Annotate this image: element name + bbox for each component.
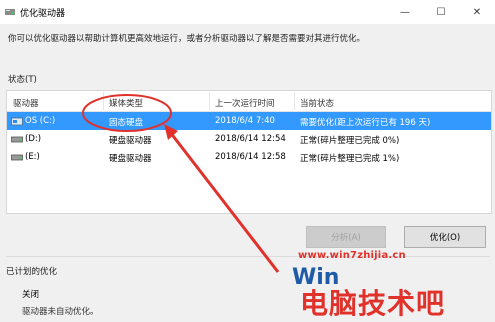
column-header-media-type[interactable]: 媒体类型 xyxy=(109,97,143,109)
close-button[interactable]: ✕ xyxy=(459,0,495,24)
status-label: 状态(T) xyxy=(8,75,37,85)
cell-drive: OS (C:) xyxy=(25,116,56,126)
cell-last-run: 2018/6/14 12:54 xyxy=(215,134,286,144)
drive-optimizer-app-icon xyxy=(5,9,15,15)
cell-last-run: 2018/6/4 7:40 xyxy=(215,116,275,126)
cell-last-run: 2018/6/14 12:58 xyxy=(215,152,286,162)
window-controls: — ☐ ✕ xyxy=(387,0,495,24)
scheduled-optimization-desc: 驱动器未自动优化。 xyxy=(22,307,99,317)
minimize-icon: — xyxy=(400,6,410,18)
optimize-button[interactable]: 优化(O) xyxy=(404,226,486,248)
table-row[interactable]: (E:) 硬盘驱动器 2018/6/14 12:58 正常(碎片整理已完成 1%… xyxy=(7,148,491,166)
window-title: 优化驱动器 xyxy=(20,9,66,19)
column-header-drive[interactable]: 驱动器 xyxy=(13,97,39,109)
minimize-button[interactable]: — xyxy=(387,0,423,24)
scheduled-optimization-label: 已计划的优化 xyxy=(6,267,58,277)
column-divider xyxy=(103,92,104,110)
cell-media-type: 硬盘驱动器 xyxy=(109,136,152,146)
column-header-current-status[interactable]: 当前状态 xyxy=(300,97,334,109)
column-header-last-run[interactable]: 上一次运行时间 xyxy=(215,97,275,109)
cell-current-status: 正常(碎片整理已完成 1%) xyxy=(300,154,400,164)
analyze-button[interactable]: 分析(A) xyxy=(306,226,386,248)
maximize-icon: ☐ xyxy=(436,6,446,18)
cell-media-type: 固态硬盘 xyxy=(109,118,144,128)
table-row[interactable]: (D:) 硬盘驱动器 2018/6/14 12:54 正常(碎片整理已完成 0%… xyxy=(7,130,491,148)
column-divider xyxy=(209,92,210,110)
section-divider xyxy=(6,256,490,257)
scheduled-optimization-state: 关闭 xyxy=(22,290,40,300)
description-text: 你可以优化驱动器以帮助计算机更高效地运行，或者分析驱动器以了解是否需要对其进行优… xyxy=(8,34,366,44)
table-row[interactable]: OS (C:) 固态硬盘 2018/6/4 7:40 需要优化(距上次运行已有 … xyxy=(7,112,491,130)
cell-media-type: 硬盘驱动器 xyxy=(109,154,152,164)
title-bar: 优化驱动器 — ☐ ✕ xyxy=(0,0,495,24)
drives-table[interactable]: 驱动器 媒体类型 上一次运行时间 当前状态 OS (C:) 固态硬盘 2018/… xyxy=(6,90,492,214)
column-divider xyxy=(294,92,295,110)
watermark-text: 电脑技术吧 xyxy=(300,287,446,320)
cell-current-status: 正常(碎片整理已完成 0%) xyxy=(300,136,400,146)
watermark-url: www.win7zhijia.cn xyxy=(298,250,406,261)
table-header: 驱动器 媒体类型 上一次运行时间 当前状态 xyxy=(7,91,491,112)
close-icon: ✕ xyxy=(472,6,482,18)
maximize-button[interactable]: ☐ xyxy=(423,0,459,24)
cell-drive: (D:) xyxy=(25,134,42,144)
cell-drive: (E:) xyxy=(25,152,40,162)
cell-current-status: 需要优化(距上次运行已有 196 天) xyxy=(300,118,431,128)
